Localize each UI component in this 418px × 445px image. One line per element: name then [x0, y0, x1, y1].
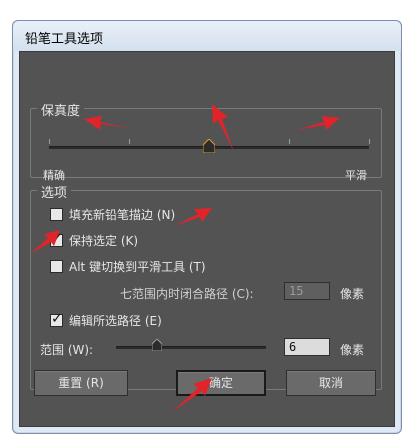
fidelity-tick — [369, 139, 370, 144]
reset-button[interactable]: 重置 (R) — [34, 370, 128, 396]
edit-selected-paths-checkbox[interactable] — [50, 311, 63, 327]
fidelity-slider-thumb[interactable] — [203, 139, 215, 153]
keep-selected-checkbox[interactable] — [50, 231, 63, 247]
range-input[interactable]: 6 — [284, 338, 330, 356]
fidelity-group: 保真度 精确 平滑 — [30, 100, 382, 182]
options-group-label: 选项 — [37, 182, 72, 201]
edit-selected-paths-option[interactable]: 编辑所选路径 (E) — [50, 311, 162, 328]
fidelity-tick — [129, 139, 130, 144]
alt-toggle-smooth-checkbox[interactable] — [50, 259, 63, 273]
fidelity-tick — [49, 139, 50, 144]
range-label: 范围 (W): — [40, 343, 94, 357]
ok-button[interactable]: 确定 — [176, 370, 266, 396]
range-unit: 像素 — [340, 343, 365, 357]
fidelity-group-label: 保真度 — [37, 100, 85, 119]
range-slider-track[interactable] — [116, 346, 266, 349]
fidelity-tick — [289, 139, 290, 144]
cancel-button[interactable]: 取消 — [286, 370, 376, 396]
range-slider-thumb[interactable] — [152, 339, 162, 351]
fill-new-strokes-option[interactable]: 填充新铅笔描边 (N) — [50, 206, 175, 222]
fidelity-accurate-label: 精确 — [43, 169, 65, 182]
close-paths-input[interactable]: 15 — [284, 282, 330, 300]
keep-selected-option[interactable]: 保持选定 (K) — [50, 231, 139, 248]
dialog-title: 铅笔工具选项 — [25, 32, 104, 47]
keep-selected-label: 保持选定 (K) — [69, 233, 139, 248]
title-bar: 铅笔工具选项 — [13, 21, 401, 51]
fill-new-strokes-checkbox[interactable] — [50, 207, 63, 221]
close-paths-label: 七范围内时闭合路径 (C): — [120, 287, 254, 301]
alt-toggle-smooth-label: Alt 键切换到平滑工具 (T) — [69, 259, 206, 274]
fill-new-strokes-label: 填充新铅笔描边 (N) — [69, 207, 176, 222]
alt-toggle-smooth-option[interactable]: Alt 键切换到平滑工具 (T) — [50, 258, 206, 274]
fidelity-smooth-label: 平滑 — [345, 169, 367, 182]
dialog-body: 保真度 精确 平滑 选项 填充新铅笔描边 (N) 保持选定 (K) — [19, 51, 395, 427]
pencil-options-dialog: 铅笔工具选项 保真度 精确 平滑 选项 填充新铅笔描边 (N) ✓ 保持选定 (… — [12, 20, 402, 434]
close-paths-unit: 像素 — [340, 287, 365, 301]
edit-selected-paths-label: 编辑所选路径 (E) — [69, 313, 162, 328]
